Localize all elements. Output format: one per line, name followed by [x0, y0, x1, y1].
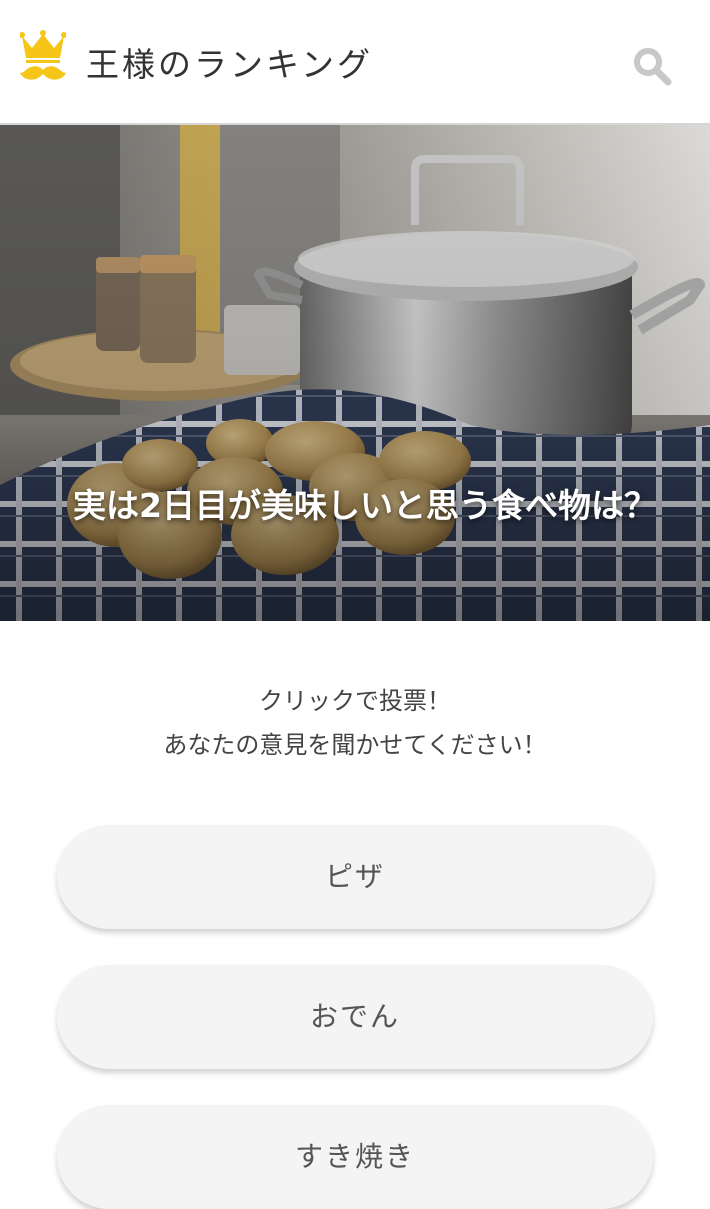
instruction-line-1: クリックで投票！	[259, 687, 451, 715]
cooking-pot-and-potatoes-photo	[0, 125, 710, 621]
instruction-line-2: あなたの意見を聞かせてください！	[163, 731, 547, 759]
app-header: 王様のランキング	[0, 0, 710, 125]
hero-banner[interactable]: 実は2日目が美味しいと思う食べ物は？	[0, 125, 710, 621]
search-icon[interactable]	[632, 46, 672, 86]
question-title: 実は2日目が美味しいと思う食べ物は？	[73, 486, 657, 525]
crown-mustache-icon[interactable]	[20, 30, 66, 86]
vote-option-button[interactable]: おでん	[57, 965, 653, 1069]
vote-instructions: クリックで投票！ あなたの意見を聞かせてください！	[0, 679, 710, 767]
vote-option-button[interactable]: ピザ	[57, 825, 653, 929]
vote-options: ピザ おでん すき焼き	[0, 825, 710, 1209]
vote-option-button[interactable]: すき焼き	[57, 1105, 653, 1209]
app-title[interactable]: 王様のランキング	[86, 38, 373, 86]
